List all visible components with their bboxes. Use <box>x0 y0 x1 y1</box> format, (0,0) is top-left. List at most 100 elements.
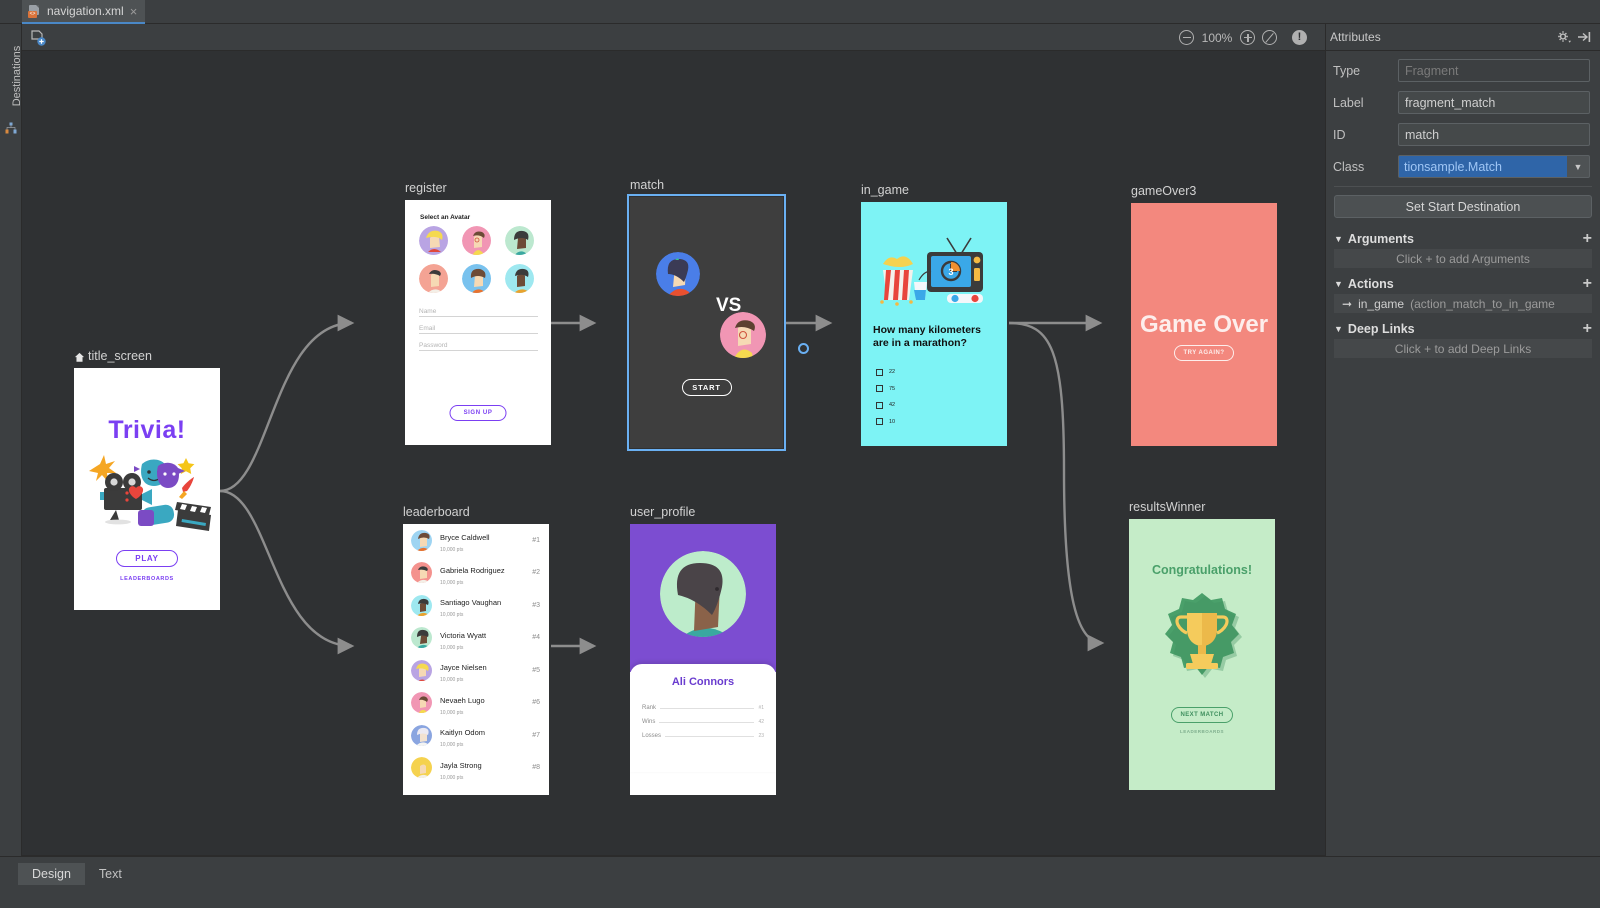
zoom-out-icon[interactable] <box>1179 30 1194 45</box>
class-field[interactable]: tionsample.Match ▼ <box>1398 155 1590 178</box>
list-item[interactable]: Santiago Vaughan 10,000 pts #3 <box>403 589 549 622</box>
list-item[interactable]: Kaitlyn Odom 10,000 pts #7 <box>403 719 549 752</box>
set-start-destination-button[interactable]: Set Start Destination <box>1334 195 1592 218</box>
action-list-item[interactable]: ➞ in_game (action_match_to_in_game <box>1334 294 1592 313</box>
name-field[interactable]: Name <box>419 300 538 317</box>
stat-key: Losses <box>642 733 662 739</box>
quiz-option[interactable]: 75 <box>876 381 895 398</box>
player-rank: #2 <box>532 569 540 577</box>
match-frame: VS START <box>627 194 786 451</box>
player-rank: #7 <box>532 731 540 739</box>
try-again-button[interactable]: TRY AGAIN? <box>1174 345 1234 361</box>
collapse-panel-icon[interactable] <box>1576 29 1592 45</box>
checkbox-icon[interactable] <box>876 368 883 376</box>
avatar-option-6[interactable] <box>505 264 534 293</box>
checkbox-icon[interactable] <box>876 385 883 393</box>
player-points: 10,000 pts <box>440 709 464 716</box>
list-item[interactable]: Victoria Wyatt 10,000 pts #4 <box>403 622 549 655</box>
list-item[interactable]: Gabriela Rodriguez 10,000 pts #2 <box>403 557 549 590</box>
avatar-option-1[interactable] <box>419 226 448 255</box>
leaderboards-link[interactable]: LEADERBOARDS <box>74 576 220 582</box>
add-argument-button[interactable]: + <box>1583 230 1592 247</box>
list-item[interactable]: Jayce Nielsen 10,000 pts #5 <box>403 654 549 687</box>
avatar-option-4[interactable] <box>419 264 448 293</box>
start-button[interactable]: START <box>681 379 732 396</box>
new-destination-icon[interactable] <box>29 29 47 47</box>
file-tab-navigation-xml[interactable]: <> navigation.xml × <box>22 0 146 24</box>
player-points: 10,000 pts <box>440 579 464 586</box>
quiz-option[interactable]: 10 <box>876 414 895 431</box>
action-anchor-dot[interactable] <box>798 343 809 354</box>
section-header-actions[interactable]: ▼ Actions + <box>1334 273 1592 294</box>
leaderboards-link[interactable]: LEADERBOARDS <box>1129 729 1275 734</box>
add-deep-link-button[interactable]: + <box>1583 320 1592 337</box>
arguments-placeholder[interactable]: Click + to add Arguments <box>1334 249 1592 268</box>
player-rank: #5 <box>532 666 540 674</box>
destination-game-over3[interactable]: gameOver3 Game Over TRY AGAIN? <box>1131 184 1277 446</box>
destination-label-leaderboard: leaderboard <box>403 505 470 519</box>
chevron-down-icon[interactable]: ▼ <box>1567 156 1589 177</box>
tab-design[interactable]: Design <box>18 863 85 885</box>
leaderboard-frame: Bryce Caldwell 10,000 pts #1 Gabriela Rod… <box>403 524 549 795</box>
chevron-down-icon[interactable]: ▼ <box>1334 234 1343 244</box>
destination-label-match: match <box>630 178 665 192</box>
player-name: Santiago Vaughan <box>440 598 502 608</box>
player-name: Victoria Wyatt <box>440 630 487 640</box>
editor-mode-tabs: Design Text <box>18 863 136 885</box>
add-action-button[interactable]: + <box>1583 275 1592 292</box>
avatar-option-3[interactable] <box>505 226 534 255</box>
checkbox-icon[interactable] <box>876 401 883 409</box>
attribute-key: Class <box>1333 159 1365 174</box>
avatar-option-2[interactable] <box>462 226 491 255</box>
destination-title-screen[interactable]: title_screen Trivia! PLAY LEADERBOARDS <box>74 349 220 610</box>
list-item[interactable]: Nevaeh Lugo 10,000 pts #6 <box>403 687 549 720</box>
checkbox-icon[interactable] <box>876 418 883 426</box>
label-field[interactable]: fragment_match <box>1398 91 1590 114</box>
zoom-to-fit-icon[interactable] <box>1262 30 1277 45</box>
quiz-option[interactable]: 42 <box>876 397 895 414</box>
trivia-artwork <box>89 455 211 531</box>
player-points: 10,000 pts <box>440 774 464 781</box>
file-tab-label: navigation.xml <box>47 4 124 18</box>
match-player1-avatar <box>656 252 700 296</box>
avatar <box>411 562 432 584</box>
id-field[interactable]: match <box>1398 123 1590 146</box>
warning-issues-icon[interactable]: ! <box>1292 30 1307 45</box>
destination-leaderboard[interactable]: leaderboard Bryce Caldwell 10,000 pts #1 … <box>403 505 549 795</box>
player-points: 10,000 pts <box>440 742 464 749</box>
chevron-down-icon[interactable]: ▼ <box>1334 279 1343 289</box>
destination-user-profile[interactable]: user_profile Ali Connors Rank #1 Wins 42… <box>630 505 776 795</box>
section-header-arguments[interactable]: ▼ Arguments + <box>1334 228 1592 249</box>
section-deep-links: ▼ Deep Links + Click + to add Deep Links <box>1334 318 1592 358</box>
chevron-down-icon[interactable]: ▼ <box>1334 324 1343 334</box>
close-icon[interactable]: × <box>130 5 138 18</box>
destination-label-game-over3: gameOver3 <box>1131 184 1197 198</box>
destination-in-game[interactable]: in_game 3 How many kilometers are in a m… <box>861 183 1007 446</box>
player-points: 10,000 pts <box>440 677 464 684</box>
zoom-in-icon[interactable] <box>1240 30 1255 45</box>
gear-dropdown-icon[interactable] <box>1556 29 1572 45</box>
quiz-option[interactable]: 22 <box>876 364 895 381</box>
destination-label-title-screen: title_screen <box>74 349 152 363</box>
next-match-button[interactable]: NEXT MATCH <box>1171 707 1233 723</box>
password-field[interactable]: Password <box>419 334 538 351</box>
deep-links-placeholder[interactable]: Click + to add Deep Links <box>1334 339 1592 358</box>
design-canvas[interactable]: title_screen Trivia! PLAY LEADERBOARDS r… <box>22 51 1325 856</box>
list-item[interactable]: Jayla Strong 10,000 pts #8 <box>403 752 549 785</box>
list-item[interactable]: Bryce Caldwell 10,000 pts #1 <box>403 524 549 557</box>
destination-label-results-winner: resultsWinner <box>1129 500 1206 514</box>
trophy-badge-icon <box>1165 593 1242 678</box>
sign-up-button[interactable]: SIGN UP <box>449 405 507 421</box>
avatar-option-5[interactable] <box>462 264 491 293</box>
stat-row: Rank #1 <box>642 701 764 715</box>
destination-match[interactable]: match VS START <box>627 178 786 451</box>
destination-results-winner[interactable]: resultsWinner Congratulations! NEXT MATC… <box>1129 500 1275 790</box>
profile-avatar <box>660 551 746 637</box>
home-start-destination-icon <box>74 352 85 362</box>
destination-register[interactable]: register Select an Avatar Name Email Pas… <box>405 181 551 445</box>
email-field[interactable]: Email <box>419 317 538 334</box>
section-header-deep-links[interactable]: ▼ Deep Links + <box>1334 318 1592 339</box>
play-button[interactable]: PLAY <box>116 550 178 567</box>
register-frame: Select an Avatar Name Email Password SIG… <box>405 200 551 445</box>
tab-text[interactable]: Text <box>85 863 136 885</box>
